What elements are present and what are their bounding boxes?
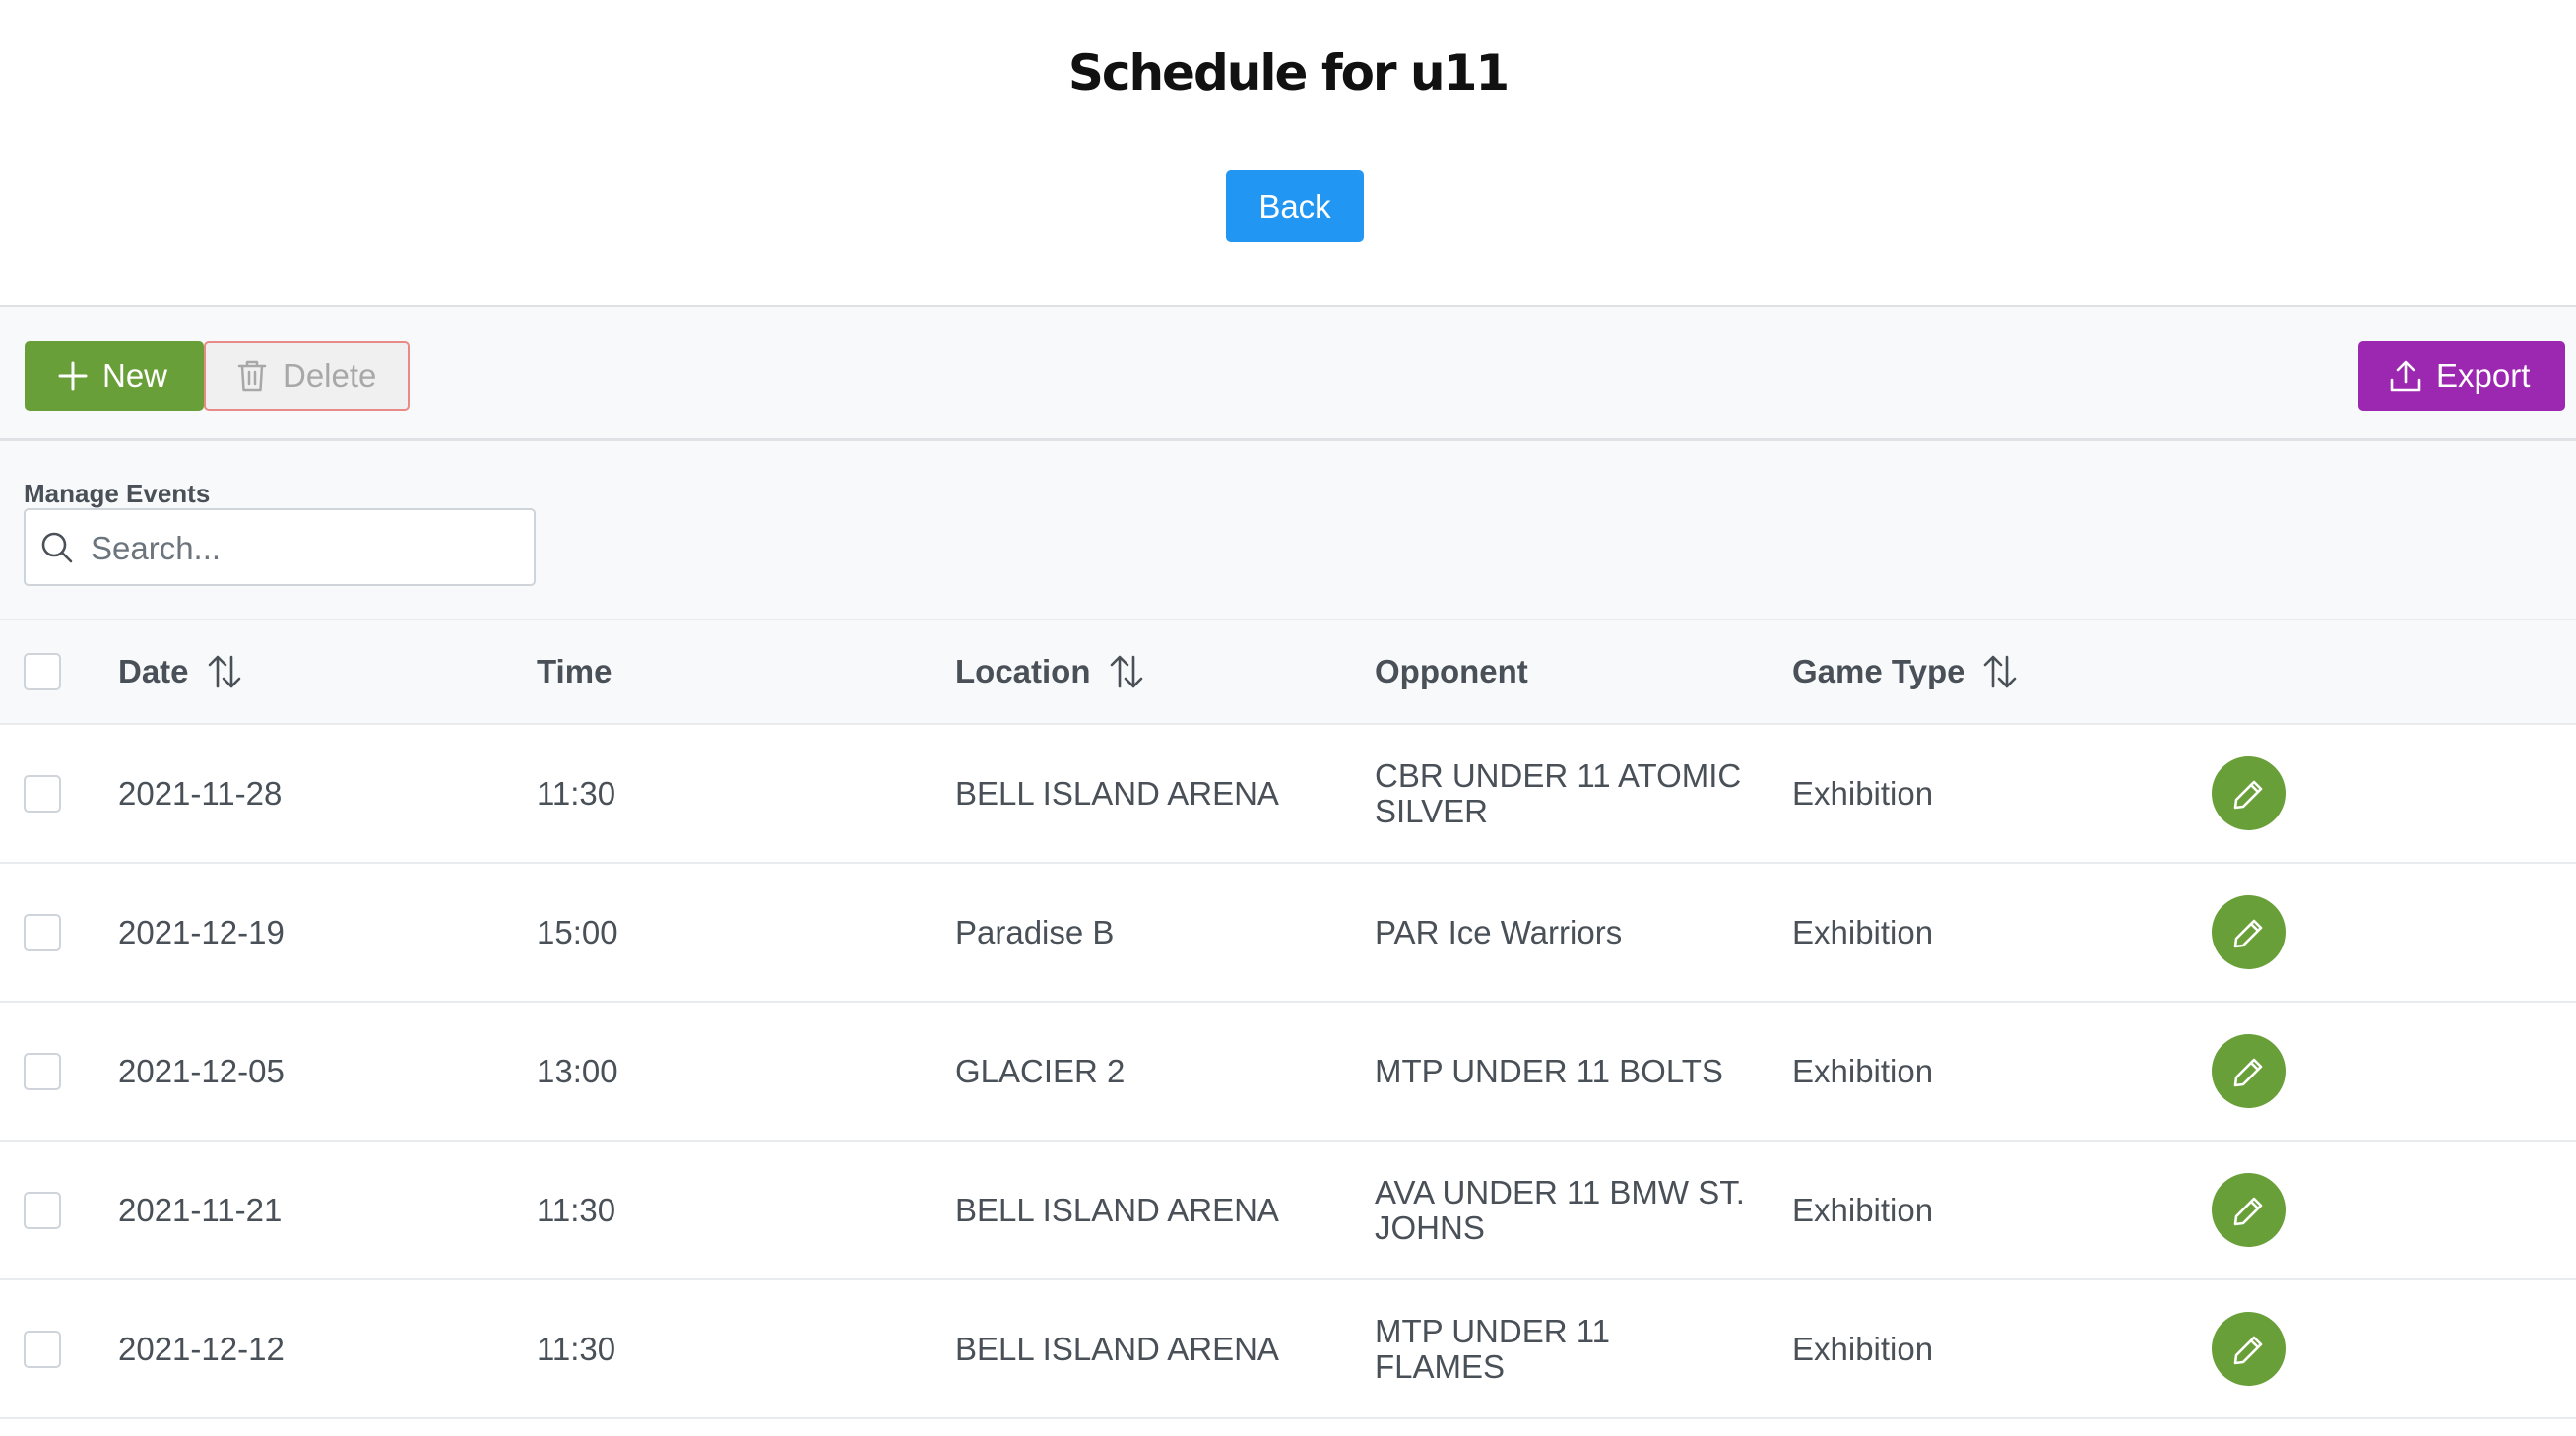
pencil-icon (2233, 1336, 2262, 1364)
column-label-game-type: Game Type (1792, 653, 1965, 689)
new-button-label: New (102, 357, 168, 394)
cell-time: 13:00 (537, 1052, 618, 1089)
export-button-label: Export (2436, 357, 2531, 394)
cell-opponent: PAR Ice Warriors (1375, 913, 1623, 950)
row-checkbox[interactable] (24, 914, 61, 951)
edit-button[interactable] (2212, 1173, 2286, 1247)
page-title: Schedule for u11 (1067, 44, 1510, 101)
search-input[interactable] (89, 520, 526, 577)
cell-date: 2021-12-12 (118, 1330, 285, 1367)
select-all-checkbox[interactable] (24, 653, 61, 690)
column-label-date: Date (118, 653, 189, 689)
pencil-icon (2233, 780, 2262, 809)
pencil-icon (2233, 1058, 2262, 1086)
table-row: 2021-12-19 15:00 Paradise B PAR Ice Warr… (0, 864, 2576, 1003)
pencil-icon (2233, 1197, 2262, 1225)
cell-location: BELL ISLAND ARENA (955, 1191, 1279, 1228)
pencil-icon (2233, 919, 2262, 947)
manage-events-panel: Manage Events (0, 441, 2576, 620)
edit-button[interactable] (2212, 756, 2286, 830)
column-header-date[interactable]: Date (118, 620, 242, 723)
column-header-location[interactable]: Location (955, 620, 1144, 723)
cell-game-type: Exhibition (1792, 913, 1934, 950)
manage-events-label: Manage Events (24, 479, 211, 508)
sort-icon (1984, 655, 2017, 688)
cell-time: 11:30 (537, 774, 616, 812)
plus-icon (58, 361, 88, 390)
new-button[interactable]: New (25, 341, 204, 411)
sort-icon (208, 655, 240, 688)
edit-button[interactable] (2212, 1034, 2286, 1108)
column-label-opponent: Opponent (1375, 653, 1528, 689)
table-row: 2021-12-12 11:30 BELL ISLAND ARENA MTP U… (0, 1280, 2576, 1419)
trash-icon (237, 360, 267, 391)
delete-button-label: Delete (283, 357, 377, 394)
upload-icon (2390, 360, 2421, 391)
cell-game-type: Exhibition (1792, 1191, 1934, 1228)
cell-date: 2021-11-21 (118, 1191, 283, 1228)
cell-date: 2021-12-19 (118, 913, 285, 950)
cell-location: BELL ISLAND ARENA (955, 774, 1279, 812)
schedule-page: Schedule for u11 Back New Delete Export … (0, 0, 2576, 1436)
cell-opponent: MTP UNDER 11 FLAMES (1375, 1312, 1610, 1385)
column-header-game-type[interactable]: Game Type (1792, 620, 2018, 723)
cell-game-type: Exhibition (1792, 774, 1934, 812)
search-box (24, 508, 536, 586)
table-header: Date Time Location Opponent Game Type (0, 620, 2576, 725)
search-icon (41, 532, 73, 563)
edit-button[interactable] (2212, 1312, 2286, 1386)
export-button[interactable]: Export (2358, 341, 2565, 411)
sort-icon (1110, 655, 1142, 688)
cell-location: BELL ISLAND ARENA (955, 1330, 1279, 1367)
column-label-time: Time (537, 653, 612, 689)
cell-game-type: Exhibition (1792, 1330, 1934, 1367)
table-row: 2021-11-21 11:30 BELL ISLAND ARENA AVA U… (0, 1142, 2576, 1280)
cell-date: 2021-12-05 (118, 1052, 285, 1089)
toolbar: New Delete Export (0, 305, 2576, 441)
table-row: 2021-12-05 13:00 GLACIER 2 MTP UNDER 11 … (0, 1003, 2576, 1142)
column-label-location: Location (955, 653, 1091, 689)
cell-location: GLACIER 2 (955, 1052, 1126, 1089)
column-header-opponent: Opponent (1375, 620, 1528, 723)
cell-time: 11:30 (537, 1330, 616, 1367)
row-checkbox[interactable] (24, 1331, 61, 1368)
row-checkbox[interactable] (24, 1053, 61, 1090)
edit-button[interactable] (2212, 895, 2286, 969)
delete-button[interactable]: Delete (204, 341, 410, 411)
cell-opponent: AVA UNDER 11 BMW ST. JOHNS (1375, 1173, 1745, 1246)
cell-date: 2021-11-28 (118, 774, 283, 812)
row-checkbox[interactable] (24, 775, 61, 813)
cell-game-type: Exhibition (1792, 1052, 1934, 1089)
column-header-time: Time (537, 620, 612, 723)
cell-location: Paradise B (955, 913, 1115, 950)
cell-time: 11:30 (537, 1191, 616, 1228)
cell-time: 15:00 (537, 913, 618, 950)
cell-opponent: MTP UNDER 11 BOLTS (1375, 1052, 1723, 1089)
table-row: 2021-11-28 11:30 BELL ISLAND ARENA CBR U… (0, 725, 2576, 864)
back-button[interactable]: Back (1226, 170, 1364, 242)
cell-opponent: CBR UNDER 11 ATOMIC SILVER (1375, 756, 1742, 829)
row-checkbox[interactable] (24, 1192, 61, 1229)
